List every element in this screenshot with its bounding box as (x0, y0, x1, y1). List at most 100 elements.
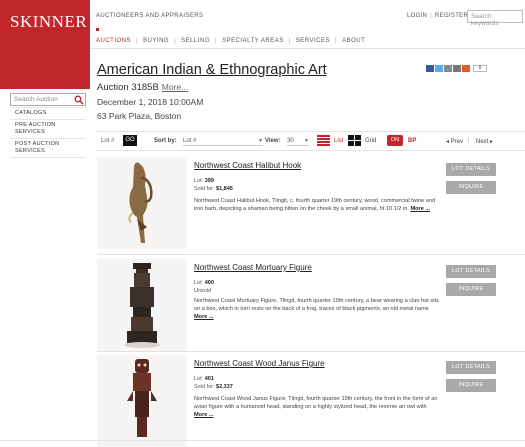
janus-figure-image (127, 359, 157, 437)
lot-description-text: Northwest Coast Halibut Hook, Tlingit, c… (194, 198, 436, 212)
nav-auctions[interactable]: AUCTIONS (96, 38, 131, 44)
next-page-link[interactable]: Next ▸ (476, 138, 493, 145)
view-label: View: (265, 138, 281, 144)
lot-title-link[interactable]: Northwest Coast Wood Janus Figure (194, 359, 325, 368)
grid-view-label[interactable]: Grid (365, 138, 376, 144)
nav-services[interactable]: SERVICES (296, 38, 330, 44)
lot-status-line: Sold for: $1,845 (194, 185, 233, 193)
nav-buying[interactable]: BUYING (143, 38, 169, 44)
share-buttons: 0 (426, 65, 487, 73)
go-button[interactable]: GO (123, 135, 137, 146)
lot-title-link[interactable]: Northwest Coast Halibut Hook (194, 161, 301, 170)
toolbar-bottom-divider (97, 150, 525, 151)
lot-title-link[interactable]: Northwest Coast Mortuary Figure (194, 263, 312, 272)
halibut-hook-image (128, 162, 153, 243)
facebook-icon[interactable] (426, 65, 434, 72)
lot-image[interactable] (97, 259, 187, 351)
sort-select-value: Lot # (183, 138, 197, 144)
list-view-label[interactable]: List (334, 138, 343, 144)
nav-specialty-areas[interactable]: SPECIALTY AREAS (222, 38, 284, 44)
keyword-search-input[interactable]: Search keywords (467, 10, 523, 27)
lot-description-text: Northwest Coast Mortuary Figure, Tlingit… (194, 298, 439, 312)
auction-date: December 1, 2018 10:00AM (97, 97, 204, 107)
lot-number: 400 (204, 280, 214, 286)
tagline: AUCTIONEERS AND APPRAISERS (96, 13, 204, 19)
sort-by-label: Sort by: (154, 138, 177, 144)
lot-details-button[interactable]: LOT DETAILS (446, 163, 496, 176)
lot-number-field[interactable]: Lot # (101, 138, 114, 144)
email-icon[interactable] (444, 65, 452, 72)
lot-row: Northwest Coast Wood Janus Figure Lot: 4… (97, 355, 525, 447)
lot-description: Northwest Coast Halibut Hook, Tlingit, c… (194, 197, 439, 213)
auction-title[interactable]: American Indian & Ethnographic Art (97, 62, 327, 78)
print-icon[interactable] (453, 65, 461, 72)
auction-search-input[interactable]: Search Auction (10, 93, 86, 106)
buyers-premium-label: BP (408, 138, 417, 144)
lot-status-label: Sold for: (194, 384, 215, 390)
lot-image[interactable] (97, 157, 187, 249)
lot-details-button[interactable]: LOT DETAILS (446, 361, 496, 374)
link-separator: | (430, 13, 433, 19)
header-divider (90, 48, 525, 49)
nav-selling[interactable]: SELLING (181, 38, 210, 44)
results-toolbar: Lot # GO Sort by: Lot # ▼ View: 30 ▼ List … (97, 135, 525, 147)
sidebar-item-post-auction-services[interactable]: POST AUCTION SERVICES (10, 139, 86, 158)
nav-about[interactable]: ABOUT (342, 38, 365, 44)
list-view-icon[interactable] (317, 135, 330, 146)
lot-more-link[interactable]: More ... (194, 314, 214, 320)
inquire-button[interactable]: INQUIRE (446, 283, 496, 296)
auction-number-line: Auction 3185B More... (97, 82, 188, 93)
lot-number-line: Lot: 400 (194, 279, 214, 287)
lot-sold-price: $2,337 (216, 384, 233, 390)
lot-number-line: Lot: 401 (194, 375, 233, 383)
login-link[interactable]: LOGIN (407, 13, 427, 19)
lot-description: Northwest Coast Wood Janus Figure, Tling… (194, 395, 439, 419)
register-link[interactable]: REGISTER (435, 13, 468, 19)
nav-indicator (96, 28, 99, 31)
grid-view-icon[interactable] (348, 135, 361, 146)
auction-search-placeholder: Search Auction (14, 96, 58, 103)
chevron-down-icon: ▼ (304, 138, 309, 144)
share-plus-icon[interactable] (462, 65, 470, 72)
prev-page-link[interactable]: ◂ Prev (446, 138, 463, 145)
sidebar-item-catalogs[interactable]: CATALOGS (10, 107, 86, 120)
lot-status-line: Unsold (194, 287, 214, 295)
view-count-select[interactable]: 30 ▼ (287, 135, 309, 146)
lot-image[interactable] (97, 355, 187, 447)
lot-divider (97, 254, 525, 255)
logo-text: SKINNER (10, 12, 88, 31)
inquire-button[interactable]: INQUIRE (446, 379, 496, 392)
lot-description: Northwest Coast Mortuary Figure, Tlingit… (194, 297, 439, 321)
lot-status-label: Sold for: (194, 186, 215, 192)
lot-meta: Lot: 399 Sold for: $1,845 (194, 177, 233, 193)
pagination-separator: | (468, 138, 470, 144)
lot-status-line: Sold for: $2,337 (194, 383, 233, 391)
lot-more-link[interactable]: More ... (410, 206, 430, 212)
lot-description-text: Northwest Coast Wood Janus Figure, Tling… (194, 396, 438, 410)
lot-number-line: Lot: 399 (194, 177, 233, 185)
sidebar-menu: CATALOGS PRE AUCTION SERVICES POST AUCTI… (10, 107, 86, 158)
lot-label: Lot: (194, 376, 204, 382)
lot-row: Northwest Coast Halibut Hook Lot: 399 So… (97, 157, 525, 252)
lot-number: 401 (204, 376, 214, 382)
view-count-value: 30 (287, 138, 294, 144)
skinner-logo[interactable]: SKINNER (0, 0, 90, 89)
main-nav: AUCTIONS | BUYING | SELLING | SPECIALTY AREAS |… (96, 38, 366, 44)
auction-more-link[interactable]: More... (162, 82, 188, 92)
twitter-icon[interactable] (435, 65, 443, 72)
lot-label: Lot: (194, 178, 204, 184)
sidebar-item-pre-auction-services[interactable]: PRE AUCTION SERVICES (10, 120, 86, 139)
lot-label: Lot: (194, 280, 204, 286)
sort-select[interactable]: Lot # ▼ (183, 135, 263, 146)
lot-row: Northwest Coast Mortuary Figure Lot: 400… (97, 259, 525, 354)
lot-number: 399 (204, 178, 214, 184)
search-icon[interactable] (74, 95, 84, 105)
buyers-premium-toggle[interactable]: ON (387, 135, 403, 146)
share-count: 0 (473, 65, 487, 72)
lot-more-link[interactable]: More ... (194, 412, 214, 418)
account-links: LOGIN | REGISTER (407, 13, 468, 19)
inquire-button[interactable]: INQUIRE (446, 181, 496, 194)
auction-number: Auction 3185B (97, 82, 159, 93)
lot-details-button[interactable]: LOT DETAILS (446, 265, 496, 278)
lot-meta: Lot: 400 Unsold (194, 279, 214, 295)
